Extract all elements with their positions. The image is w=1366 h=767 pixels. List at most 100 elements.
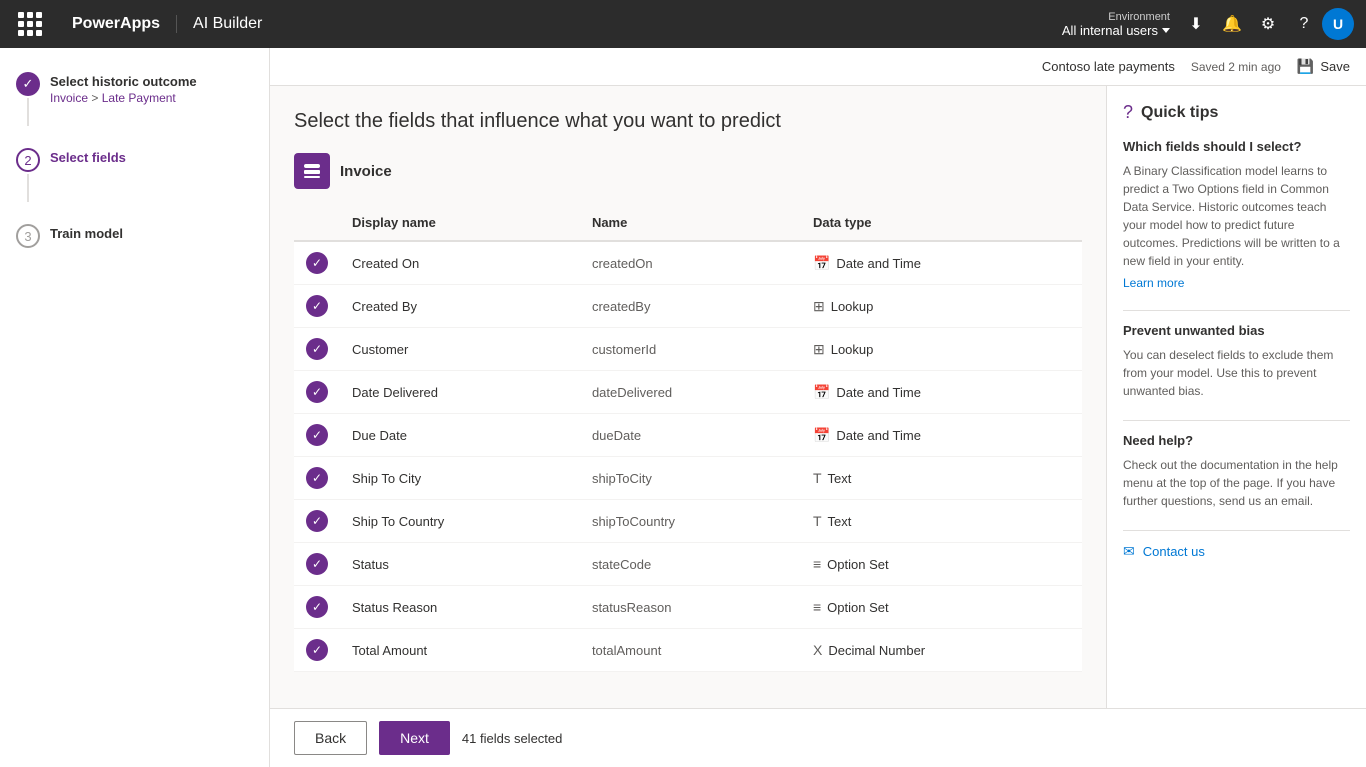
row-check-cell: ✓: [294, 543, 340, 586]
row-api-name: createdBy: [580, 285, 801, 328]
step-line-1: [27, 98, 29, 126]
row-checkbox[interactable]: ✓: [306, 639, 328, 661]
table-row: ✓Date DelivereddateDelivered📅Date and Ti…: [294, 371, 1082, 414]
row-check-cell: ✓: [294, 241, 340, 285]
database-icon: [302, 161, 322, 181]
breadcrumb-separator: >: [91, 91, 101, 105]
settings-icon[interactable]: ⚙: [1250, 6, 1286, 42]
tips-section-2-body: You can deselect fields to exclude them …: [1123, 346, 1350, 400]
row-display-name: Due Date: [340, 414, 580, 457]
back-button[interactable]: Back: [294, 721, 367, 755]
col-data-type: Data type: [801, 205, 1082, 241]
datatype-label: Option Set: [827, 557, 888, 572]
row-checkbox[interactable]: ✓: [306, 338, 328, 360]
row-display-name: Date Delivered: [340, 371, 580, 414]
row-checkbox[interactable]: ✓: [306, 510, 328, 532]
datatype-label: Lookup: [831, 342, 874, 357]
datatype-icon: 📅: [813, 255, 830, 272]
row-api-name: totalAmount: [580, 629, 801, 672]
col-check: [294, 205, 340, 241]
environment-selector[interactable]: Environment All internal users: [1062, 11, 1170, 38]
contact-us-link[interactable]: Contact us: [1143, 544, 1205, 559]
step-circle-3: 3: [16, 224, 40, 248]
save-label: Save: [1320, 59, 1350, 74]
tips-section-3-body: Check out the documentation in the help …: [1123, 456, 1350, 510]
tips-section-which-fields: Which fields should I select? A Binary C…: [1123, 139, 1350, 290]
tips-section-1-body: A Binary Classification model learns to …: [1123, 162, 1350, 270]
row-checkbox[interactable]: ✓: [306, 295, 328, 317]
tips-icon: ?: [1123, 102, 1133, 123]
step-indicator-2: 2: [16, 148, 40, 204]
row-display-name: Ship To Country: [340, 500, 580, 543]
row-check-cell: ✓: [294, 371, 340, 414]
project-name: Contoso late payments: [1042, 59, 1175, 74]
contact-us-row[interactable]: ✉ Contact us: [1123, 543, 1350, 560]
row-check-cell: ✓: [294, 414, 340, 457]
waffle-menu[interactable]: [12, 6, 48, 42]
col-display-name: Display name: [340, 205, 580, 241]
form-footer: Back Next 41 fields selected: [270, 708, 1366, 767]
tips-section-help: Need help? Check out the documentation i…: [1123, 433, 1350, 510]
save-button[interactable]: 💾 Save: [1297, 58, 1350, 75]
row-data-type: TText: [801, 500, 1082, 543]
row-checkbox[interactable]: ✓: [306, 467, 328, 489]
row-check-cell: ✓: [294, 500, 340, 543]
step-1-title: Select historic outcome: [50, 74, 197, 89]
datatype-icon: 📅: [813, 427, 830, 444]
step-2-title: Select fields: [50, 150, 126, 165]
table-row: ✓Ship To CountryshipToCountryTText: [294, 500, 1082, 543]
row-check-cell: ✓: [294, 629, 340, 672]
save-icon: 💾: [1297, 58, 1314, 75]
fields-count: 41 fields selected: [462, 731, 562, 746]
env-value: All internal users: [1062, 23, 1170, 38]
main-split: Select the fields that influence what yo…: [270, 86, 1366, 708]
help-icon[interactable]: ?: [1286, 6, 1322, 42]
row-display-name: Ship To City: [340, 457, 580, 500]
tips-section-1-title: Which fields should I select?: [1123, 139, 1350, 154]
step-1-subtitle: Invoice > Late Payment: [50, 91, 197, 105]
divider-3: [1123, 530, 1350, 531]
download-icon[interactable]: ⬇: [1178, 6, 1214, 42]
row-data-type: ≡Option Set: [801, 543, 1082, 586]
notification-icon[interactable]: 🔔: [1214, 6, 1250, 42]
main-container: ✓ Select historic outcome Invoice > Late…: [0, 48, 1366, 767]
col-name: Name: [580, 205, 801, 241]
datatype-icon: 📅: [813, 384, 830, 401]
row-checkbox[interactable]: ✓: [306, 424, 328, 446]
row-data-type: ⊞Lookup: [801, 328, 1082, 371]
sidebar-step-1: ✓ Select historic outcome Invoice > Late…: [16, 72, 253, 128]
row-api-name: createdOn: [580, 241, 801, 285]
row-display-name: Created On: [340, 241, 580, 285]
learn-more-link[interactable]: Learn more: [1123, 276, 1350, 290]
row-api-name: shipToCity: [580, 457, 801, 500]
entity-icon: [294, 153, 330, 189]
sidebar-step-2: 2 Select fields: [16, 148, 253, 204]
row-checkbox[interactable]: ✓: [306, 553, 328, 575]
datatype-icon: T: [813, 513, 822, 529]
table-row: ✓StatusstateCode≡Option Set: [294, 543, 1082, 586]
table-row: ✓CustomercustomerId⊞Lookup: [294, 328, 1082, 371]
row-api-name: dueDate: [580, 414, 801, 457]
waffle-icon: [18, 12, 42, 36]
row-display-name: Status: [340, 543, 580, 586]
avatar[interactable]: U: [1322, 8, 1354, 40]
invoice-link[interactable]: Invoice: [50, 91, 88, 105]
step-indicator-3: 3: [16, 224, 40, 248]
row-check-cell: ✓: [294, 328, 340, 371]
row-checkbox[interactable]: ✓: [306, 381, 328, 403]
sidebar-step-3: 3 Train model: [16, 224, 253, 248]
tips-section-3-title: Need help?: [1123, 433, 1350, 448]
content-header: Contoso late payments Saved 2 min ago 💾 …: [270, 48, 1366, 86]
row-checkbox[interactable]: ✓: [306, 252, 328, 274]
late-payment-link[interactable]: Late Payment: [102, 91, 176, 105]
row-checkbox[interactable]: ✓: [306, 596, 328, 618]
row-display-name: Created By: [340, 285, 580, 328]
row-display-name: Status Reason: [340, 586, 580, 629]
row-api-name: statusReason: [580, 586, 801, 629]
step-content-1: Select historic outcome Invoice > Late P…: [50, 72, 197, 105]
next-button[interactable]: Next: [379, 721, 450, 755]
table-row: ✓Created BycreatedBy⊞Lookup: [294, 285, 1082, 328]
app-name[interactable]: PowerApps: [56, 15, 177, 33]
entity-header: Invoice: [294, 153, 1082, 189]
step-line-2: [27, 174, 29, 202]
